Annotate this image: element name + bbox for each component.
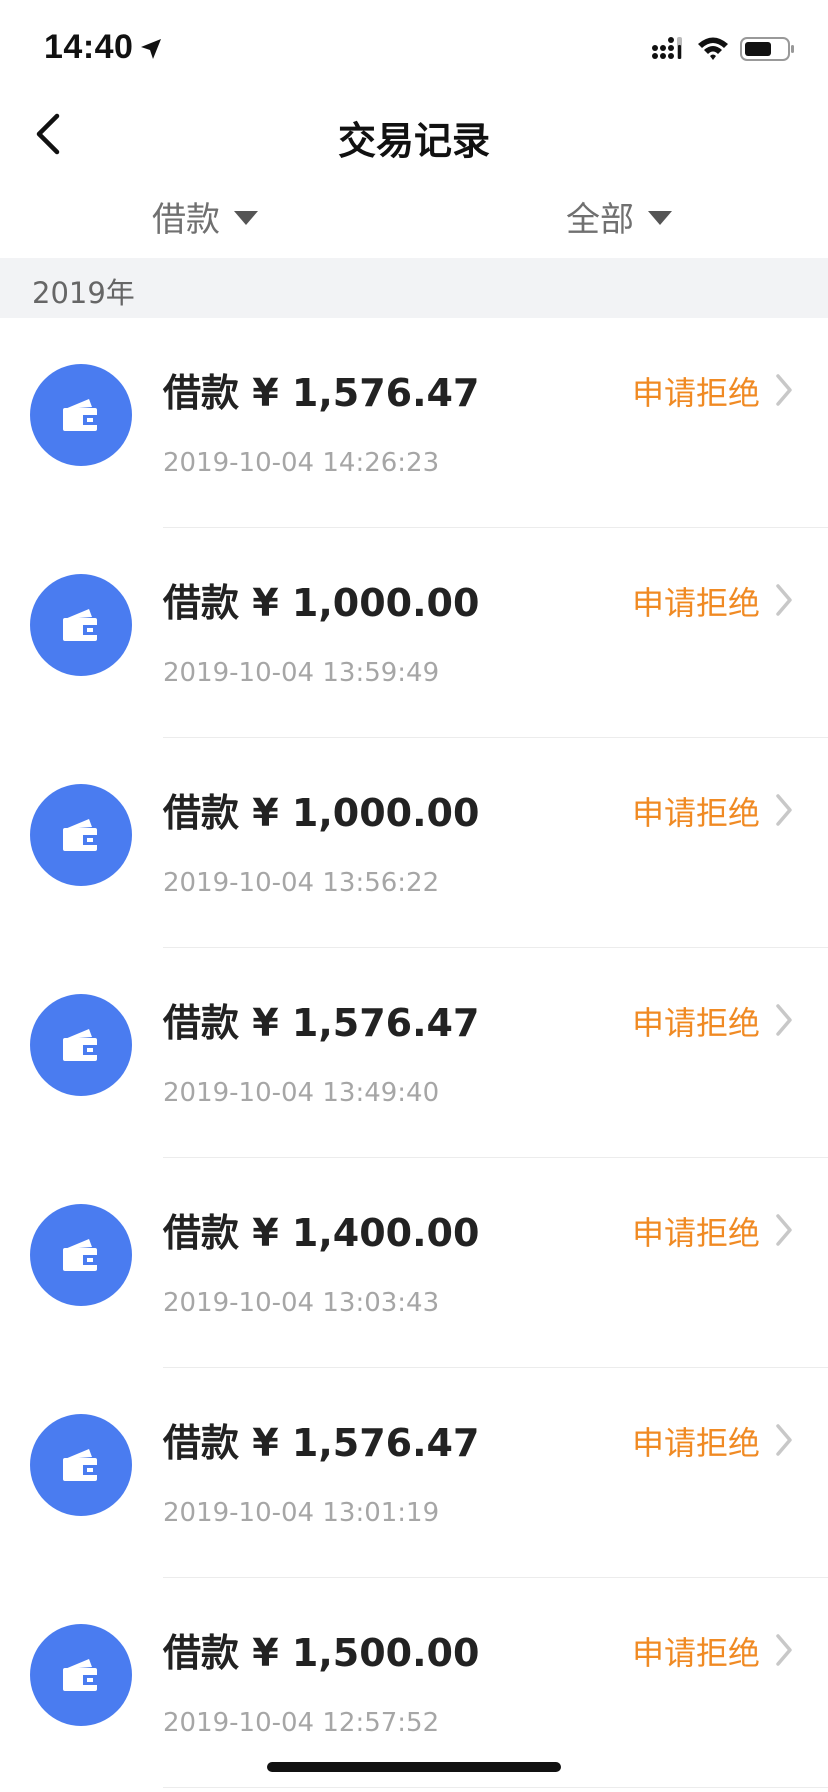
dropdown-triangle-icon <box>648 211 672 225</box>
location-arrow-icon <box>141 39 161 59</box>
nav-bar: 交易记录 <box>0 90 828 178</box>
transaction-status: 申请拒绝 <box>631 794 760 832</box>
wallet-icon <box>30 994 132 1096</box>
transaction-time: 2019-10-04 13:49:40 <box>163 1078 440 1108</box>
row-divider <box>163 1787 828 1788</box>
transaction-amount: 借款 ¥ 1,500.00 <box>163 1631 480 1675</box>
transaction-list: 借款 ¥ 1,576.47 2019-10-04 14:26:23 申请拒绝 借款 ¥… <box>0 318 828 1788</box>
transaction-row[interactable]: 借款 ¥ 1,576.47 2019-10-04 13:49:40 申请拒绝 <box>0 948 828 1158</box>
status-filter-label: 全部 <box>566 199 634 240</box>
page-title: 交易记录 <box>337 119 490 163</box>
status-time: 14:40 <box>44 28 134 66</box>
transaction-time: 2019-10-04 13:01:19 <box>163 1498 440 1528</box>
type-filter-label: 借款 <box>152 199 220 240</box>
chevron-right-icon <box>772 1212 796 1248</box>
chevron-right-icon <box>772 582 796 618</box>
home-indicator <box>267 1762 561 1772</box>
transaction-time: 2019-10-04 14:26:23 <box>163 448 440 478</box>
signal-icon <box>652 37 682 59</box>
transaction-row[interactable]: 借款 ¥ 1,400.00 2019-10-04 13:03:43 申请拒绝 <box>0 1158 828 1368</box>
transaction-time: 2019-10-04 13:03:43 <box>163 1288 440 1318</box>
transaction-status: 申请拒绝 <box>631 1424 760 1462</box>
transaction-time: 2019-10-04 13:56:22 <box>163 868 440 898</box>
battery-icon <box>740 37 794 61</box>
chevron-right-icon <box>772 372 796 408</box>
wallet-icon <box>30 784 132 886</box>
transaction-row[interactable]: 借款 ¥ 1,500.00 2019-10-04 12:57:52 申请拒绝 <box>0 1578 828 1788</box>
status-filter-dropdown[interactable]: 全部 <box>566 188 672 244</box>
chevron-right-icon <box>772 1422 796 1458</box>
transaction-amount: 借款 ¥ 1,000.00 <box>163 791 480 835</box>
transaction-row[interactable]: 借款 ¥ 1,576.47 2019-10-04 13:01:19 申请拒绝 <box>0 1368 828 1578</box>
wallet-icon <box>30 1414 132 1516</box>
type-filter-dropdown[interactable]: 借款 <box>152 188 258 244</box>
transaction-row[interactable]: 借款 ¥ 1,000.00 2019-10-04 13:59:49 申请拒绝 <box>0 528 828 738</box>
transaction-status: 申请拒绝 <box>631 1634 760 1672</box>
wallet-icon <box>30 1204 132 1306</box>
transaction-status: 申请拒绝 <box>631 584 760 622</box>
section-year-label: 2019年 <box>32 276 135 310</box>
transaction-status: 申请拒绝 <box>631 374 760 412</box>
wallet-icon <box>30 1624 132 1726</box>
section-header: 2019年 <box>0 258 828 318</box>
dropdown-triangle-icon <box>234 211 258 225</box>
transaction-amount: 借款 ¥ 1,000.00 <box>163 581 480 625</box>
wallet-icon <box>30 574 132 676</box>
transaction-time: 2019-10-04 12:57:52 <box>163 1708 440 1738</box>
status-bar: 14:40 <box>0 0 828 90</box>
wifi-icon <box>698 37 728 60</box>
chevron-right-icon <box>772 1002 796 1038</box>
transaction-row[interactable]: 借款 ¥ 1,576.47 2019-10-04 14:26:23 申请拒绝 <box>0 318 828 528</box>
chevron-right-icon <box>772 792 796 828</box>
transaction-amount: 借款 ¥ 1,400.00 <box>163 1211 480 1255</box>
chevron-right-icon <box>772 1632 796 1668</box>
filter-bar: 借款 全部 <box>0 178 828 258</box>
wallet-icon <box>30 364 132 466</box>
transaction-amount: 借款 ¥ 1,576.47 <box>163 371 480 415</box>
transaction-amount: 借款 ¥ 1,576.47 <box>163 1421 480 1465</box>
transaction-amount: 借款 ¥ 1,576.47 <box>163 1001 480 1045</box>
transaction-row[interactable]: 借款 ¥ 1,000.00 2019-10-04 13:56:22 申请拒绝 <box>0 738 828 948</box>
transaction-status: 申请拒绝 <box>631 1214 760 1252</box>
transaction-time: 2019-10-04 13:59:49 <box>163 658 440 688</box>
transaction-status: 申请拒绝 <box>631 1004 760 1042</box>
